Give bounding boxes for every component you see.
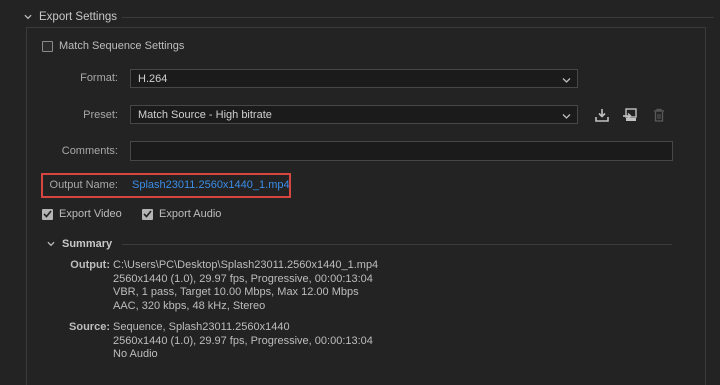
- section-title: Export Settings: [39, 11, 117, 23]
- checkmark-icon: [43, 210, 52, 218]
- preset-value: Match Source - High bitrate: [138, 108, 272, 121]
- delete-preset-icon[interactable]: [650, 106, 668, 124]
- format-value: H.264: [138, 72, 168, 85]
- export-settings-window: Export Settings Match Sequence Settings …: [0, 0, 720, 385]
- summary-title: Summary: [62, 238, 113, 250]
- match-sequence-checkbox[interactable]: [42, 40, 53, 52]
- match-sequence-row[interactable]: Match Sequence Settings: [42, 40, 184, 52]
- checkmark-icon: [143, 210, 152, 218]
- format-select[interactable]: H.264: [130, 69, 578, 88]
- summary-header[interactable]: Summary: [47, 238, 112, 250]
- chevron-down-icon[interactable]: [47, 240, 55, 248]
- output-name-link[interactable]: Splash23011.2560x1440_1.mp4: [132, 179, 290, 191]
- summary-source-key: Source:: [69, 321, 110, 333]
- preset-select[interactable]: Match Source - High bitrate: [130, 105, 578, 124]
- chevron-down-icon[interactable]: [24, 13, 32, 21]
- comments-input[interactable]: [130, 141, 673, 161]
- summary-source-line: No Audio: [113, 348, 158, 360]
- export-video-row[interactable]: Export Video: [42, 208, 122, 220]
- import-preset-icon[interactable]: [620, 106, 638, 124]
- summary-output-line: C:\Users\PC\Desktop\Splash23011.2560x144…: [113, 259, 379, 271]
- summary-source-values: Sequence, Splash23011.2560x1440 2560x144…: [113, 321, 373, 362]
- comments-label: Comments:: [61, 145, 118, 157]
- chevron-down-icon: [562, 111, 571, 119]
- summary-output-key: Output:: [70, 259, 110, 271]
- export-settings-header[interactable]: Export Settings: [24, 9, 117, 25]
- export-audio-label: Export Audio: [159, 208, 222, 220]
- summary-output-line: VBR, 1 pass, Target 10.00 Mbps, Max 12.0…: [113, 286, 359, 298]
- summary-source-line: Sequence, Splash23011.2560x1440: [113, 321, 290, 333]
- match-sequence-label: Match Sequence Settings: [59, 40, 185, 52]
- header-divider: [122, 17, 714, 18]
- summary-output-line: 2560x1440 (1.0), 29.97 fps, Progressive,…: [113, 272, 373, 285]
- summary-source-line: 2560x1440 (1.0), 29.97 fps, Progressive,…: [113, 334, 373, 347]
- output-name-label: Output Name:: [49, 179, 118, 191]
- preset-label: Preset:: [83, 109, 118, 121]
- format-label: Format:: [80, 72, 118, 84]
- export-video-label: Export Video: [59, 208, 122, 220]
- chevron-down-icon: [562, 75, 571, 83]
- export-video-checkbox[interactable]: [42, 208, 53, 220]
- export-audio-row[interactable]: Export Audio: [142, 208, 221, 220]
- summary-output-line: AAC, 320 kbps, 48 kHz, Stereo: [113, 299, 266, 312]
- summary-divider: [122, 244, 672, 245]
- summary-output-values: C:\Users\PC\Desktop\Splash23011.2560x144…: [113, 259, 378, 313]
- save-preset-icon[interactable]: [593, 106, 611, 124]
- export-audio-checkbox[interactable]: [142, 208, 153, 220]
